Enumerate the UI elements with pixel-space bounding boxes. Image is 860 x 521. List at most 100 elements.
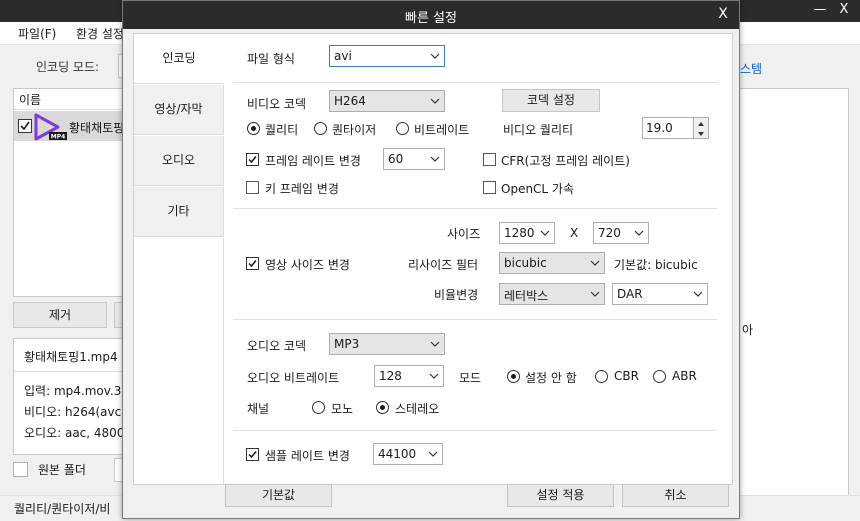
framerate-change-label: 프레임 레이트 변경 bbox=[265, 154, 361, 168]
aspect-select[interactable]: 레터박스 bbox=[499, 283, 605, 305]
chevron-down-icon bbox=[428, 451, 438, 457]
svg-text:MP4: MP4 bbox=[51, 134, 66, 141]
section-divider bbox=[233, 82, 717, 83]
info-video: 비디오: h264(avc1 bbox=[24, 405, 129, 419]
defaults-button[interactable]: 기본값 bbox=[225, 484, 332, 507]
bitrate-mode-label: 모드 bbox=[459, 371, 482, 385]
video-quality-label: 비디오 퀄리티 bbox=[503, 123, 574, 137]
aspect-mode-select[interactable]: DAR bbox=[612, 283, 708, 305]
file-format-select[interactable]: avi bbox=[329, 45, 445, 67]
file-list[interactable]: 이름 MP4 황태채토핑 bbox=[13, 88, 127, 297]
audio-bitrate-label: 오디오 비트레이트 bbox=[247, 371, 340, 385]
spin-down-icon[interactable] bbox=[693, 128, 708, 138]
info-audio: 오디오: aac, 4800 bbox=[24, 426, 125, 440]
right-panel: 아 bbox=[737, 88, 849, 497]
menu-preferences[interactable]: 환경 설정 bbox=[76, 25, 124, 42]
bitrate-mode-cbr-label: CBR bbox=[614, 369, 639, 383]
info-input: 입력: mp4.mov.3g bbox=[24, 384, 129, 398]
video-codec-select[interactable]: H264 bbox=[329, 90, 445, 112]
remove-button[interactable]: 제거 bbox=[13, 302, 107, 328]
close-icon[interactable]: X bbox=[835, 2, 853, 17]
framerate-select[interactable]: 60 bbox=[383, 148, 445, 170]
height-select[interactable]: 720 bbox=[593, 222, 649, 244]
file-info-panel: 황태채토핑1.mp4 입력: mp4.mov.3g 비디오: h264(avc1… bbox=[13, 338, 129, 455]
chevron-down-icon bbox=[590, 260, 600, 266]
cancel-button[interactable]: 취소 bbox=[622, 484, 729, 507]
checkmark-icon bbox=[248, 156, 257, 164]
encoding-settings-panel: 파일 형식 avi 비디오 코덱 H264 코덱 설정 퀄리티 퀀타이저 비트레… bbox=[225, 34, 732, 484]
chevron-down-icon bbox=[429, 373, 439, 379]
resize-filter-label: 리사이즈 필터 bbox=[408, 258, 479, 272]
keyframe-change-label: 키 프레임 변경 bbox=[265, 182, 339, 196]
channel-mono-label: 모노 bbox=[331, 402, 354, 416]
audio-codec-value: MP3 bbox=[334, 337, 360, 351]
audio-codec-select[interactable]: MP3 bbox=[329, 333, 445, 355]
status-text: 퀄리티/퀀타이저/비 bbox=[14, 502, 111, 516]
video-codec-value: H264 bbox=[334, 94, 366, 108]
mode-quantizer-radio[interactable] bbox=[314, 122, 327, 135]
bitrate-mode-none-radio[interactable] bbox=[507, 370, 520, 383]
file-format-label: 파일 형식 bbox=[247, 52, 295, 66]
channel-mono-radio[interactable] bbox=[312, 401, 325, 414]
video-quality-value: 19.0 bbox=[646, 121, 673, 135]
minimize-icon[interactable]: — bbox=[811, 2, 829, 17]
resize-filter-value: bicubic bbox=[504, 256, 547, 270]
tab-other[interactable]: 기타 bbox=[134, 187, 224, 237]
video-quality-spinner[interactable]: 19.0 bbox=[642, 117, 709, 139]
resize-video-label: 영상 사이즈 변경 bbox=[265, 258, 350, 272]
menu-file[interactable]: 파일(F) bbox=[18, 25, 56, 42]
apply-settings-button[interactable]: 설정 적용 bbox=[507, 484, 614, 507]
framerate-change-checkbox[interactable] bbox=[246, 153, 259, 166]
video-codec-label: 비디오 코덱 bbox=[247, 97, 307, 111]
cfr-label: CFR(고정 프레임 레이트) bbox=[501, 154, 630, 168]
default-filter-text: 기본값: bicubic bbox=[614, 258, 698, 272]
system-link[interactable]: 스템 bbox=[740, 60, 762, 77]
mode-quality-radio[interactable] bbox=[247, 122, 260, 135]
height-value: 720 bbox=[598, 226, 621, 240]
source-folder-label: 원본 폴더 bbox=[38, 463, 86, 477]
file-row[interactable]: MP4 황태채토핑 bbox=[14, 111, 126, 141]
file-checkbox[interactable] bbox=[18, 119, 32, 133]
bitrate-mode-none-label: 설정 안 함 bbox=[525, 371, 577, 385]
tab-encoding[interactable]: 인코딩 bbox=[134, 34, 224, 84]
width-select[interactable]: 1280 bbox=[499, 222, 555, 244]
encode-mode-label: 인코딩 모드: bbox=[36, 60, 100, 74]
size-label: 사이즈 bbox=[447, 227, 481, 241]
tab-list: 인코딩 영상/자막 오디오 기타 bbox=[134, 34, 224, 484]
resize-filter-select[interactable]: bicubic bbox=[499, 252, 605, 274]
checkmark-icon bbox=[248, 451, 257, 459]
source-folder-checkbox[interactable] bbox=[13, 462, 28, 477]
chevron-down-icon bbox=[590, 291, 600, 297]
tab-audio[interactable]: 오디오 bbox=[134, 136, 224, 186]
samplerate-change-checkbox[interactable] bbox=[246, 448, 259, 461]
opencl-checkbox[interactable] bbox=[483, 181, 496, 194]
file-list-header: 이름 bbox=[14, 89, 126, 110]
bitrate-mode-abr-radio[interactable] bbox=[653, 370, 666, 383]
chevron-down-icon bbox=[430, 53, 440, 59]
channel-stereo-radio[interactable] bbox=[376, 401, 389, 414]
audio-codec-label: 오디오 코덱 bbox=[247, 339, 307, 353]
samplerate-change-label: 샘플 레이트 변경 bbox=[265, 449, 350, 463]
bitrate-mode-cbr-radio[interactable] bbox=[595, 370, 608, 383]
keyframe-change-checkbox[interactable] bbox=[246, 181, 259, 194]
close-icon[interactable]: X bbox=[715, 6, 731, 22]
mode-bitrate-radio[interactable] bbox=[396, 122, 409, 135]
tab-video-subtitle[interactable]: 영상/자막 bbox=[134, 85, 224, 135]
aspect-mode-value: DAR bbox=[617, 287, 643, 301]
mode-bitrate-label: 비트레이트 bbox=[414, 123, 470, 137]
samplerate-select[interactable]: 44100 bbox=[373, 443, 443, 465]
codec-settings-button[interactable]: 코덱 설정 bbox=[502, 89, 600, 112]
checkmark-icon bbox=[248, 260, 257, 268]
channel-label: 채널 bbox=[247, 402, 270, 416]
audio-bitrate-select[interactable]: 128 bbox=[374, 365, 444, 387]
dialog-title: 빠른 설정 bbox=[405, 11, 457, 26]
radio-selected-dot bbox=[380, 405, 385, 410]
section-divider bbox=[233, 208, 717, 209]
radio-selected-dot bbox=[251, 126, 256, 131]
chevron-down-icon bbox=[693, 291, 703, 297]
column-name-header[interactable]: 이름 bbox=[19, 91, 41, 108]
cfr-checkbox[interactable] bbox=[483, 153, 496, 166]
audio-bitrate-value: 128 bbox=[379, 369, 402, 383]
resize-video-checkbox[interactable] bbox=[246, 257, 259, 270]
opencl-label: OpenCL 가속 bbox=[501, 182, 575, 196]
